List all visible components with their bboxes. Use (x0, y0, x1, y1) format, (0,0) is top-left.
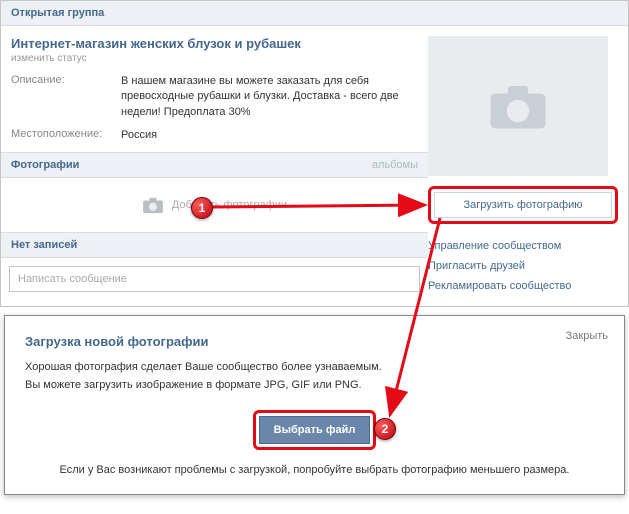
annotation-badge-1: 1 (191, 197, 213, 219)
advertise-community-link[interactable]: Рекламировать сообщество (428, 276, 618, 296)
upload-photo-button[interactable]: Загрузить фотографию (434, 192, 612, 218)
modal-title: Загрузка новой фотографии (25, 334, 604, 349)
group-photo-placeholder (428, 36, 608, 176)
camera-icon (142, 196, 164, 214)
choose-file-button[interactable]: Выбрать файл (259, 416, 371, 444)
photos-header: Фотографии (11, 159, 79, 171)
location-label: Местоположение: (11, 128, 121, 143)
upload-modal: Загрузка новой фотографии Закрыть Хороша… (4, 315, 625, 495)
add-photos-button[interactable]: Добавить фотографии (11, 178, 418, 232)
description-value: В нашем магазине вы можете заказать для … (121, 74, 418, 120)
annotation-badge-2: 2 (374, 418, 396, 440)
camera-placeholder-icon (488, 81, 548, 131)
description-label: Описание: (11, 74, 121, 120)
manage-community-link[interactable]: Управление сообществом (428, 236, 618, 256)
location-value: Россия (121, 128, 418, 143)
page-header: Открытая группа (1, 1, 628, 26)
modal-footer-text: Если у Вас возникают проблемы с загрузко… (25, 464, 604, 476)
change-status-link[interactable]: изменить статус (11, 53, 418, 64)
no-posts-header: Нет записей (1, 232, 428, 258)
modal-text-line1: Хорошая фотография сделает Ваше сообщест… (25, 359, 604, 377)
modal-close-button[interactable]: Закрыть (566, 330, 608, 342)
add-photos-label: Добавить фотографии (172, 199, 287, 211)
invite-friends-link[interactable]: Пригласить друзей (428, 256, 618, 276)
compose-input[interactable]: Написать сообщение (9, 266, 420, 292)
albums-link[interactable]: альбомы (372, 159, 418, 171)
group-title: Интернет-магазин женских блузок и рубаше… (11, 36, 418, 51)
modal-text-line2: Вы можете загрузить изображение в формат… (25, 377, 604, 395)
